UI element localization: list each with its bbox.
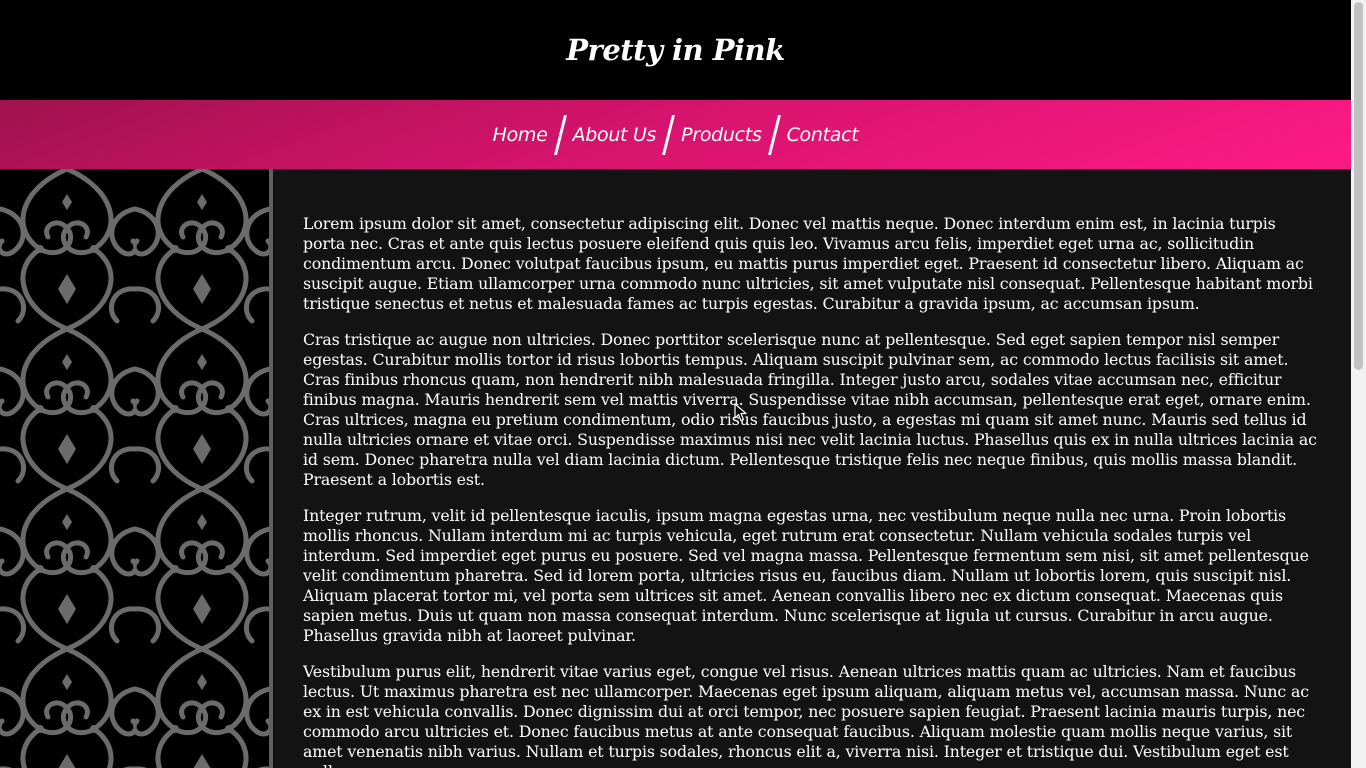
ornamental-scroll-pattern bbox=[0, 169, 269, 768]
nav-item-home[interactable]: Home bbox=[491, 124, 550, 146]
site-header: Pretty in Pink bbox=[0, 0, 1351, 100]
nav-item-contact[interactable]: Contact bbox=[785, 124, 861, 146]
content-body: Lorem ipsum dolor sit amet, consectetur … bbox=[273, 169, 1351, 768]
page-scrollbar[interactable] bbox=[1351, 0, 1366, 768]
page: Pretty in Pink Home About Us Products Co… bbox=[0, 0, 1366, 768]
nav-list: Home About Us Products Contact bbox=[491, 114, 861, 155]
nav-separator bbox=[553, 114, 567, 155]
sidebar-ornament bbox=[0, 169, 269, 768]
content-paragraph: Vestibulum purus elit, hendrerit vitae v… bbox=[303, 662, 1309, 768]
nav-separator bbox=[662, 114, 676, 155]
content-paragraph: Lorem ipsum dolor sit amet, consectetur … bbox=[303, 214, 1313, 313]
nav-item-products[interactable]: Products bbox=[679, 124, 763, 146]
main-content: Lorem ipsum dolor sit amet, consectetur … bbox=[273, 169, 1351, 768]
nav-separator bbox=[767, 114, 781, 155]
content-paragraph: Integer rutrum, velit id pellentesque ia… bbox=[303, 506, 1309, 645]
arrow-cursor-icon bbox=[734, 403, 747, 422]
nav-item-about-us[interactable]: About Us bbox=[571, 124, 659, 146]
scrollbar-thumb[interactable] bbox=[1354, 2, 1363, 370]
site-title[interactable]: Pretty in Pink bbox=[566, 33, 785, 67]
content-paragraph: Cras tristique ac augue non ultricies. D… bbox=[303, 330, 1317, 489]
main-nav: Home About Us Products Contact bbox=[0, 100, 1351, 169]
